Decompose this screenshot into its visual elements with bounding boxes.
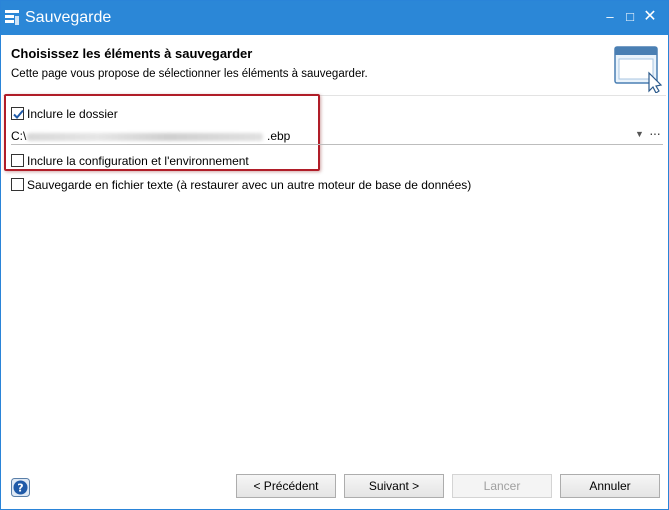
app-icon (5, 10, 19, 25)
minimize-button[interactable]: – (602, 9, 618, 25)
page-subtitle: Cette page vous propose de sélectionner … (11, 68, 368, 80)
backup-dialog: Sauvegarde – □ ✕ Choisissez les éléments… (0, 0, 669, 510)
checkbox-box[interactable] (11, 154, 24, 167)
svg-text:?: ? (17, 482, 23, 495)
launch-button[interactable]: Lancer (452, 474, 552, 498)
maximize-button[interactable]: □ (622, 9, 638, 25)
path-redacted (27, 133, 263, 141)
path-prefix: C:\ (11, 129, 27, 143)
next-button[interactable]: Suivant > (344, 474, 444, 498)
window-title: Sauvegarde (25, 9, 112, 26)
title-bar[interactable]: Sauvegarde – □ ✕ (1, 1, 668, 35)
browse-button[interactable]: ··· (649, 125, 661, 141)
path-suffix: .ebp (267, 129, 291, 143)
close-button[interactable]: ✕ (642, 9, 658, 25)
checkmark-icon (13, 109, 24, 119)
help-icon[interactable]: ? (11, 478, 30, 497)
include-folder-label: Inclure le dossier (27, 107, 118, 121)
folder-path-field[interactable]: C:\ .ebp ▼ ··· (11, 125, 663, 145)
window-cursor-icon (614, 46, 663, 93)
chevron-down-icon[interactable]: ▼ (635, 129, 644, 139)
checkbox-box[interactable] (11, 107, 24, 120)
text-backup-label: Sauvegarde en fichier texte (à restaurer… (27, 178, 472, 192)
include-config-label: Inclure la configuration et l'environnem… (27, 154, 249, 168)
previous-button[interactable]: < Précédent (236, 474, 336, 498)
checkbox-box[interactable] (11, 178, 24, 191)
cancel-button[interactable]: Annuler (560, 474, 660, 498)
page-title: Choisissez les éléments à sauvegarder (11, 46, 253, 61)
